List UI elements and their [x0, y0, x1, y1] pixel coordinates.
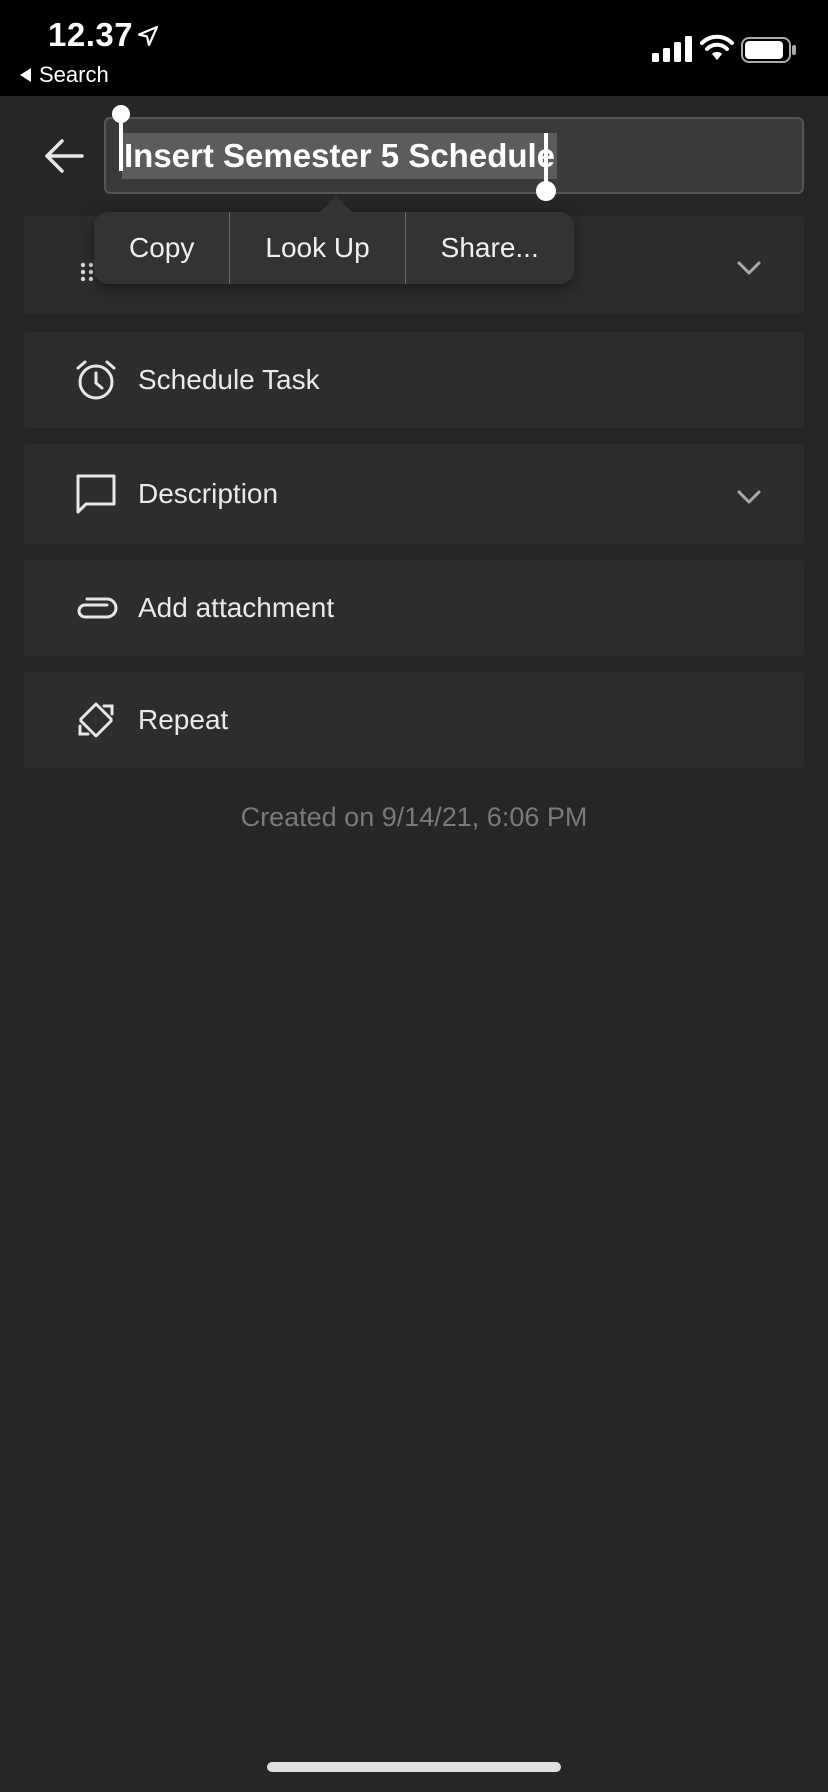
back-arrow-icon[interactable]: [42, 134, 86, 178]
description-label: Description: [138, 478, 279, 509]
share-menu-item[interactable]: Share...: [406, 212, 574, 284]
home-indicator[interactable]: [267, 1762, 561, 1772]
repeat-row[interactable]: Repeat: [24, 672, 804, 768]
back-to-search-label: Search: [39, 62, 109, 87]
status-bar: 12.37 Search: [0, 0, 828, 96]
add-attachment-row[interactable]: Add attachment: [24, 560, 804, 656]
created-timestamp: Created on 9/14/21, 6:06 PM: [240, 802, 588, 832]
copy-menu-item[interactable]: Copy: [94, 212, 229, 284]
selection-start-handle[interactable]: [112, 105, 130, 171]
location-arrow-icon: [137, 25, 159, 47]
look-up-menu-item[interactable]: Look Up: [230, 212, 404, 284]
schedule-task-row[interactable]: Schedule Task: [24, 332, 804, 428]
drag-handle-icon: [80, 262, 94, 282]
back-to-search-link[interactable]: Search: [20, 62, 109, 88]
back-triangle-icon: [20, 68, 31, 82]
paperclip-icon: [77, 597, 118, 619]
chevron-down-icon[interactable]: [736, 260, 762, 276]
text-context-menu: Copy Look Up Share...: [94, 196, 574, 284]
repeat-icon: [78, 702, 114, 738]
task-title-selected-text: Insert Semester 5 Schedule: [122, 133, 558, 179]
chevron-down-icon[interactable]: [736, 489, 762, 505]
battery-icon: [741, 37, 796, 63]
description-row[interactable]: Description: [24, 444, 804, 544]
alarm-clock-icon: [76, 360, 116, 400]
schedule-task-label: Schedule Task: [138, 364, 320, 395]
wifi-icon: [700, 34, 734, 60]
cellular-signal-icon: [652, 36, 692, 62]
add-attachment-label: Add attachment: [138, 592, 335, 623]
repeat-label: Repeat: [138, 704, 229, 735]
selection-end-handle[interactable]: [536, 133, 556, 201]
status-time: 12.37: [48, 16, 134, 53]
task-title-input[interactable]: Insert Semester 5 Schedule: [104, 105, 804, 201]
comment-icon: [76, 474, 116, 514]
